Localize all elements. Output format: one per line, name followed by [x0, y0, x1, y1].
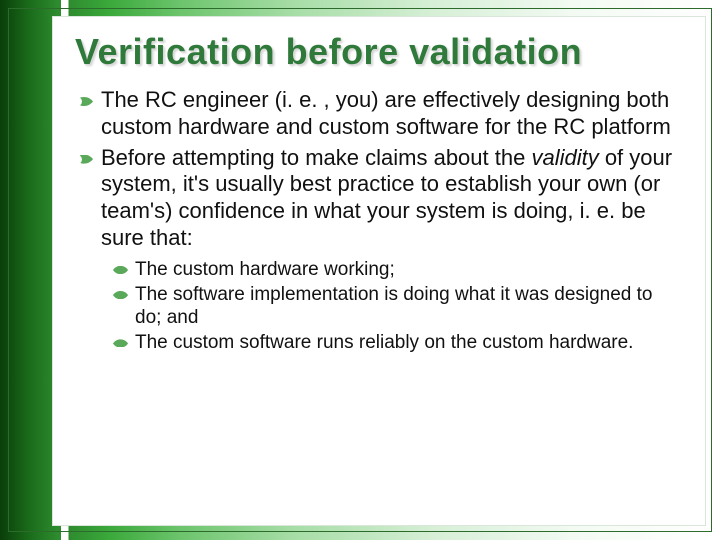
bullet-text-italic: validity [531, 145, 598, 170]
list-item: The custom hardware working; [113, 258, 683, 281]
list-item: The RC engineer (i. e. , you) are effect… [75, 87, 683, 141]
slide-panel: Verification before validation The RC en… [52, 16, 706, 526]
list-item: The software implementation is doing wha… [113, 283, 683, 329]
sub-bullet-text: The custom hardware working; [135, 259, 395, 280]
list-item: Before attempting to make claims about t… [75, 145, 683, 355]
bullet-text: The RC engineer (i. e. , you) are effect… [101, 87, 671, 139]
sub-bullet-text: The software implementation is doing wha… [135, 284, 653, 328]
bullet-text-pre: Before attempting to make claims about t… [101, 145, 531, 170]
sub-bullet-text: The custom software runs reliably on the… [135, 332, 633, 353]
sub-bullet-list: The custom hardware working; The softwar… [113, 258, 683, 355]
slide-title: Verification before validation [75, 31, 683, 73]
list-item: The custom software runs reliably on the… [113, 331, 683, 354]
main-bullet-list: The RC engineer (i. e. , you) are effect… [75, 87, 683, 355]
